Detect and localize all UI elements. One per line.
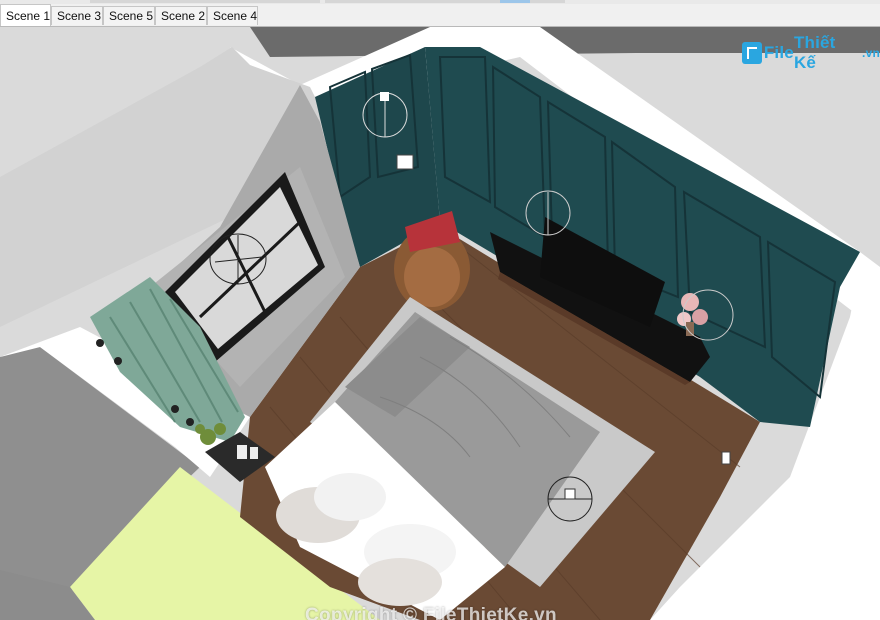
armchair-seat bbox=[404, 247, 460, 307]
logo-text-file: File bbox=[763, 43, 794, 62]
filethietke-logo-icon bbox=[742, 42, 762, 64]
pillow-4 bbox=[358, 558, 442, 606]
tab-scene-3[interactable]: Scene 3 bbox=[51, 6, 103, 25]
pillow-2 bbox=[314, 473, 386, 521]
toolbar-highlight bbox=[500, 0, 530, 3]
tab-scene-5[interactable]: Scene 5 bbox=[103, 6, 155, 25]
toolbar-segment bbox=[90, 0, 320, 3]
scene-tabs-bar: Scene 1 Scene 3 Scene 5 Scene 2 Scene 4 bbox=[0, 4, 880, 27]
3d-viewport[interactable]: File Thiết Kế .vn Copyright © FileThietK… bbox=[0, 27, 880, 620]
wall-switch bbox=[396, 154, 414, 170]
copyright-watermark: Copyright © FileThietKe.vn bbox=[305, 605, 557, 620]
logo-text-vn: .vn bbox=[862, 46, 880, 60]
tab-scene-4[interactable]: Scene 4 bbox=[207, 6, 258, 25]
logo-text-thietke: Thiết Kế bbox=[793, 33, 836, 72]
tab-scene-2[interactable]: Scene 2 bbox=[155, 6, 207, 25]
nightstand-book bbox=[237, 445, 247, 459]
tab-scene-1[interactable]: Scene 1 bbox=[0, 4, 51, 26]
nightstand-book-2 bbox=[250, 447, 258, 459]
wall-outlet bbox=[721, 451, 731, 465]
sconce-shade bbox=[380, 92, 389, 101]
bedroom-model-render bbox=[0, 27, 880, 620]
floor-lamp-shade bbox=[564, 488, 576, 500]
filethietke-logo: File Thiết Kế .vn bbox=[742, 33, 880, 72]
